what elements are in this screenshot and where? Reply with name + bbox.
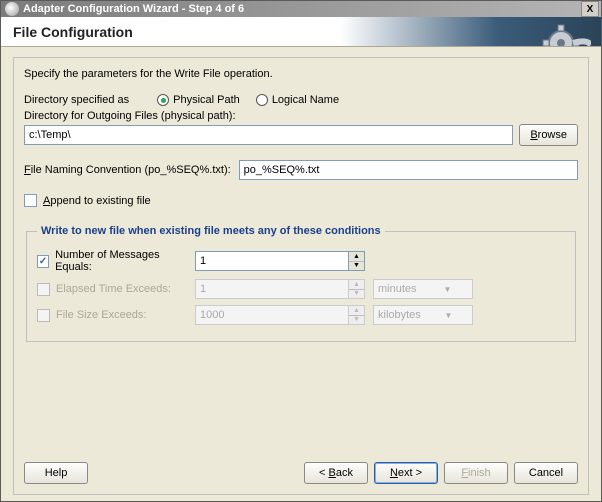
filesize-value — [196, 306, 348, 324]
window-title: Adapter Configuration Wizard - Step 4 of… — [23, 3, 244, 15]
file-naming-label: File Naming Convention (po_%SEQ%.txt): — [24, 164, 231, 176]
filesize-label: File Size Exceeds: — [56, 309, 146, 321]
radio-icon — [157, 94, 169, 106]
spinner-down-icon: ▼ — [349, 290, 364, 299]
elapsed-value — [196, 280, 348, 298]
wizard-window: Adapter Configuration Wizard - Step 4 of… — [0, 0, 602, 502]
append-row[interactable]: Append to existing file — [24, 194, 578, 207]
spinner-down-icon: ▼ — [349, 316, 364, 325]
logical-name-label: Logical Name — [272, 94, 339, 106]
browse-button[interactable]: Browse — [519, 124, 578, 146]
cancel-button[interactable]: Cancel — [514, 462, 578, 484]
chevron-down-icon: ▼ — [423, 285, 472, 294]
file-naming-input[interactable] — [239, 160, 578, 180]
titlebar: Adapter Configuration Wizard - Step 4 of… — [1, 1, 601, 17]
instruction-text: Specify the parameters for the Write Fil… — [24, 68, 578, 80]
spinner-up-icon: ▲ — [349, 280, 364, 290]
browse-suffix: rowse — [538, 129, 567, 141]
chevron-down-icon: ▼ — [425, 311, 472, 320]
help-button[interactable]: Help — [24, 462, 88, 484]
filesize-unit: kilobytes — [374, 309, 425, 321]
conditions-legend: Write to new file when existing file mee… — [37, 225, 385, 237]
file-naming-row: File Naming Convention (po_%SEQ%.txt): — [24, 160, 578, 180]
messages-spinner[interactable]: ▲ ▼ — [195, 251, 365, 271]
elapsed-spinner: ▲ ▼ — [195, 279, 365, 299]
filesize-checkbox — [37, 309, 50, 322]
directory-specified-label: Directory specified as — [24, 94, 129, 106]
outgoing-dir-input[interactable] — [24, 125, 513, 145]
radio-icon — [256, 94, 268, 106]
spinner-down-icon[interactable]: ▼ — [349, 262, 364, 271]
spinner-up-icon[interactable]: ▲ — [349, 252, 364, 262]
filesize-unit-combo: kilobytes ▼ — [373, 305, 473, 325]
page-title: File Configuration — [13, 24, 133, 40]
messages-value[interactable] — [196, 252, 348, 270]
directory-specified-row: Directory specified as Physical Path Log… — [24, 94, 578, 106]
inner-panel: Specify the parameters for the Write Fil… — [13, 57, 589, 495]
messages-checkbox[interactable] — [37, 255, 49, 268]
button-bar: Help < Back Next > Finish Cancel — [24, 462, 578, 484]
condition-elapsed-row: Elapsed Time Exceeds: ▲ ▼ minutes ▼ — [37, 279, 565, 299]
header-banner — [341, 17, 601, 46]
messages-label: Number of Messages Equals: — [55, 249, 187, 273]
close-icon: X — [587, 4, 594, 15]
logical-name-radio[interactable]: Logical Name — [256, 94, 339, 106]
condition-filesize-row: File Size Exceeds: ▲ ▼ kilobytes ▼ — [37, 305, 565, 325]
elapsed-checkbox — [37, 283, 50, 296]
close-button[interactable]: X — [581, 1, 599, 17]
outgoing-dir-label: Directory for Outgoing Files (physical p… — [24, 110, 578, 122]
physical-path-radio[interactable]: Physical Path — [157, 94, 240, 106]
outgoing-dir-row: Browse — [24, 124, 578, 146]
spinner-up-icon: ▲ — [349, 306, 364, 316]
elapsed-unit: minutes — [374, 283, 423, 295]
finish-button: Finish — [444, 462, 508, 484]
elapsed-unit-combo: minutes ▼ — [373, 279, 473, 299]
app-icon — [5, 2, 19, 16]
next-button[interactable]: Next > — [374, 462, 438, 484]
append-label: Append to existing file — [43, 195, 151, 207]
content-area: Specify the parameters for the Write Fil… — [1, 47, 601, 501]
condition-messages-row: Number of Messages Equals: ▲ ▼ — [37, 249, 565, 273]
header: File Configuration — [1, 17, 601, 46]
directory-type-radio-group: Physical Path Logical Name — [157, 94, 339, 106]
append-checkbox[interactable] — [24, 194, 37, 207]
gear-icon — [541, 21, 591, 46]
elapsed-label: Elapsed Time Exceeds: — [56, 283, 171, 295]
filesize-spinner: ▲ ▼ — [195, 305, 365, 325]
physical-path-label: Physical Path — [173, 94, 240, 106]
back-button[interactable]: < Back — [304, 462, 368, 484]
conditions-fieldset: Write to new file when existing file mee… — [26, 225, 576, 342]
